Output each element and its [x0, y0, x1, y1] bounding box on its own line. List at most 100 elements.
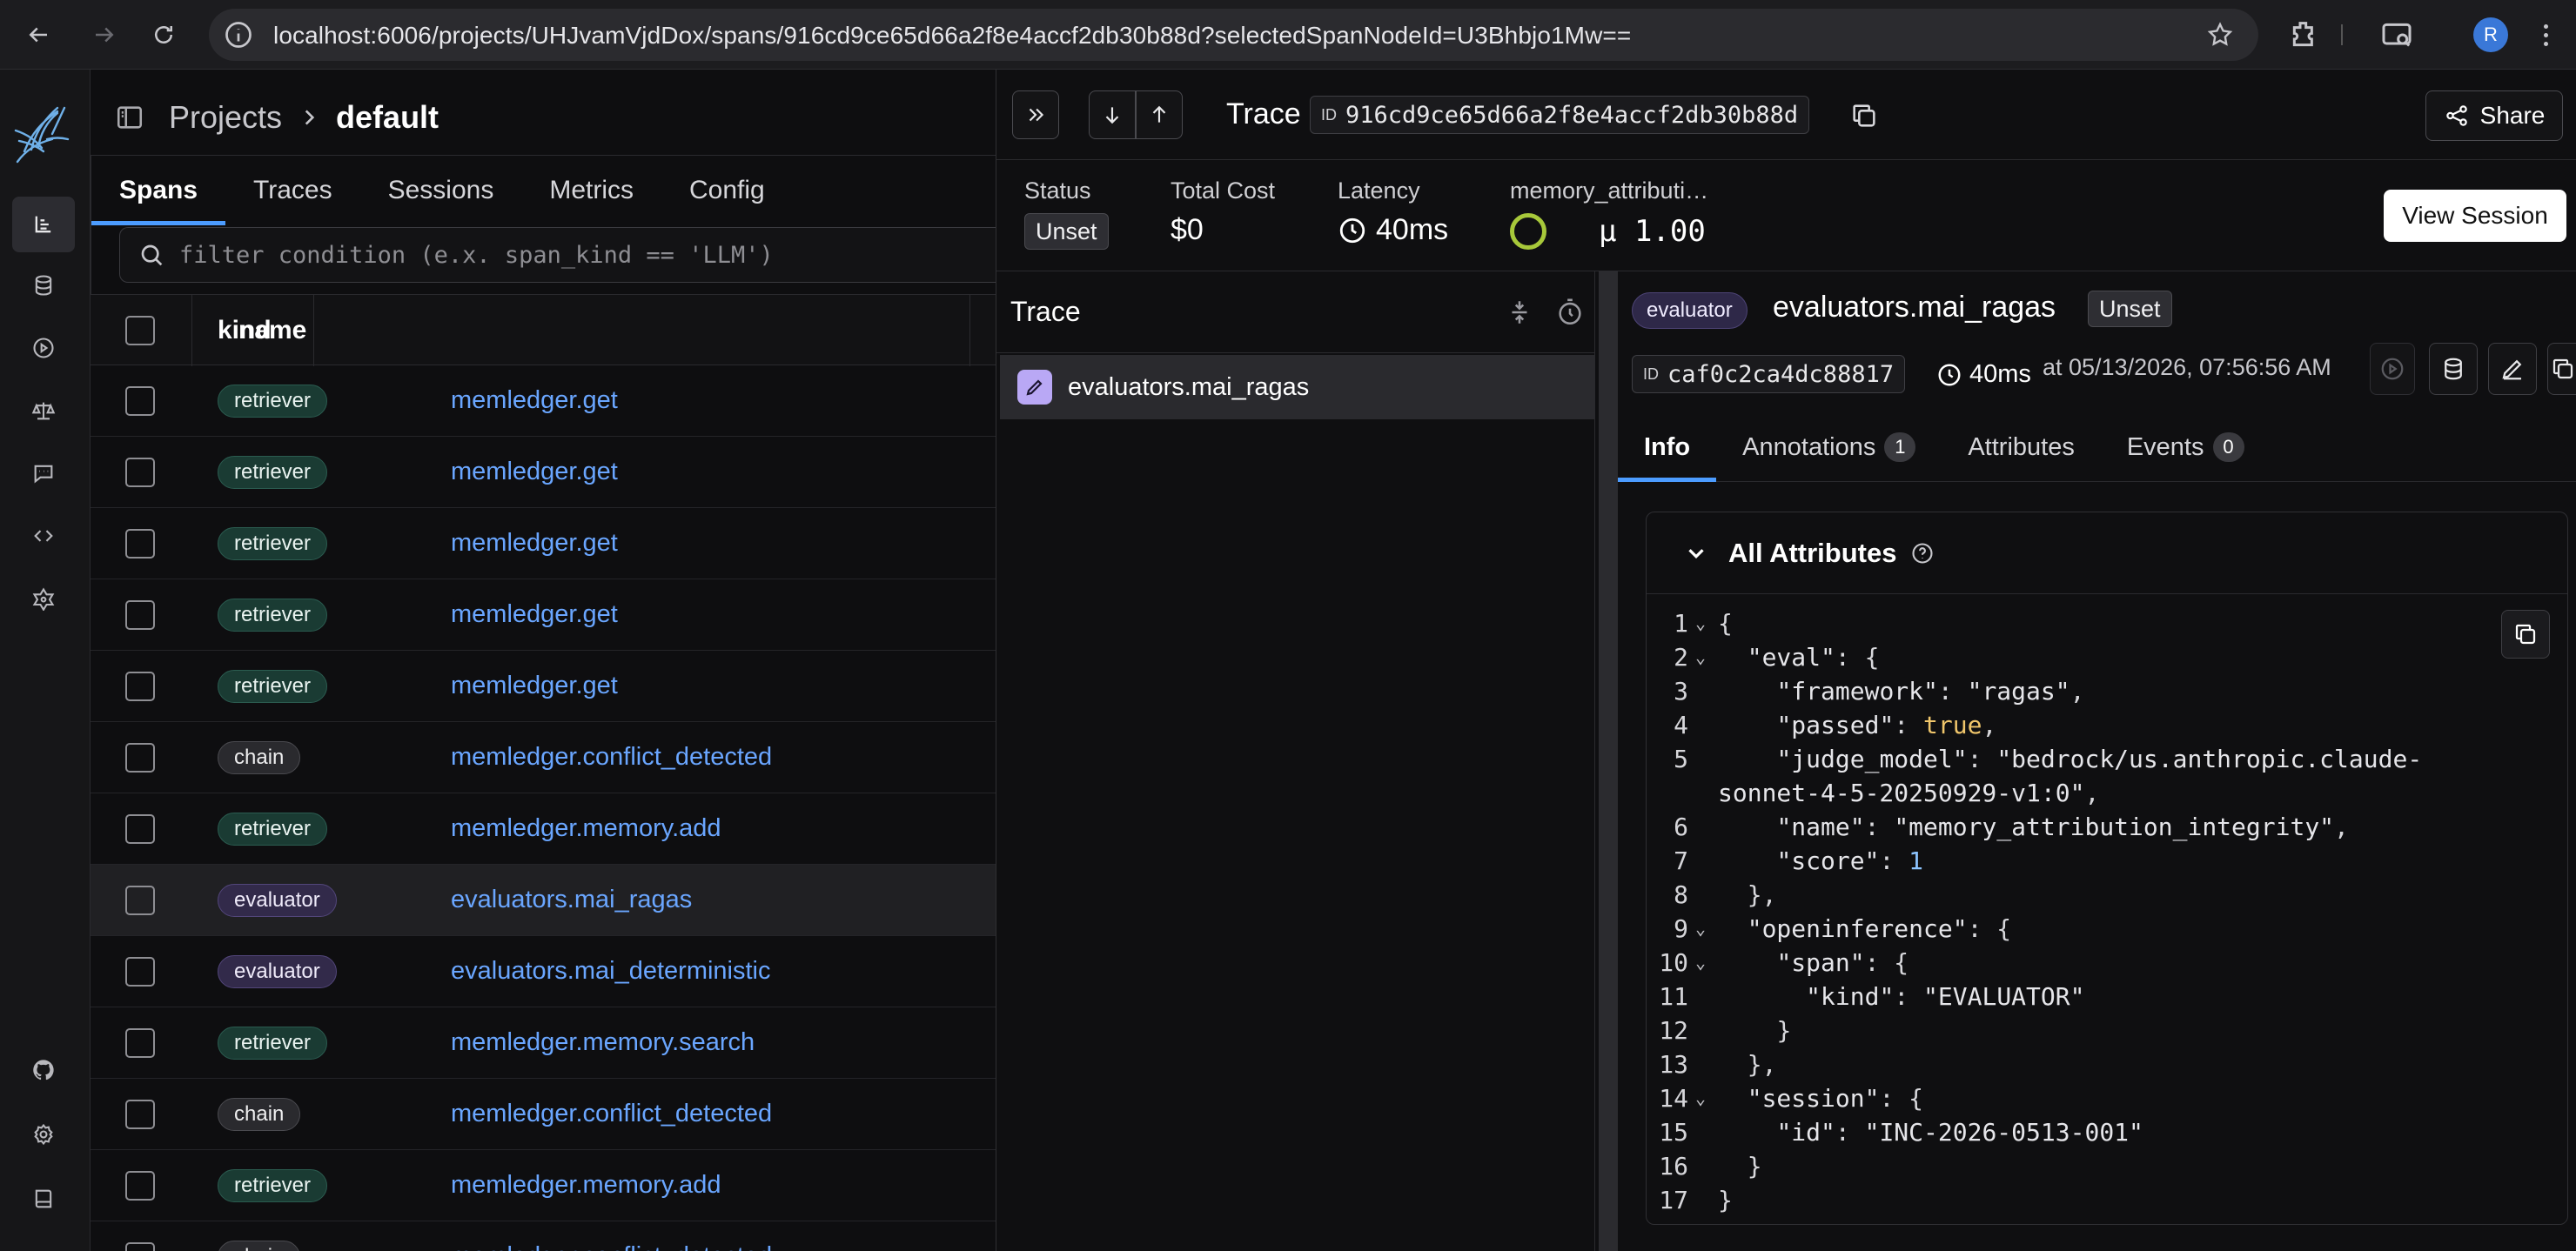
tab-attributes[interactable]: Attributes: [1942, 412, 2101, 482]
span-name-link[interactable]: memledger.get: [451, 458, 618, 486]
row-checkbox[interactable]: [125, 814, 155, 844]
table-row[interactable]: evaluator evaluators.mai_deterministic: [91, 936, 996, 1007]
copy-span-button[interactable]: [2547, 343, 2576, 395]
tab-traces[interactable]: Traces: [225, 156, 360, 225]
span-name-link[interactable]: evaluators.mai_deterministic: [451, 957, 770, 986]
table-row[interactable]: chain memledger.conflict_detected: [91, 1079, 996, 1150]
column-header-name[interactable]: name: [238, 316, 306, 345]
span-name-link[interactable]: memledger.conflict_detected: [451, 743, 772, 772]
span-name-link[interactable]: memledger.memory.add: [451, 814, 721, 843]
select-all-checkbox[interactable]: [125, 316, 155, 345]
nav-evals-scale-icon[interactable]: [24, 391, 63, 430]
nav-projects-icon[interactable]: [12, 197, 75, 252]
row-checkbox[interactable]: [125, 886, 155, 915]
table-row[interactable]: retriever memledger.memory.search: [91, 1007, 996, 1079]
span-name-link[interactable]: memledger.get: [451, 386, 618, 415]
filter-condition-input[interactable]: [179, 241, 1007, 269]
line-number: 12: [1659, 1016, 1688, 1045]
site-info-icon[interactable]: [223, 19, 254, 50]
tab-events[interactable]: Events 0: [2101, 412, 2271, 482]
extensions-icon[interactable]: [2287, 17, 2322, 52]
copy-trace-id-icon[interactable]: [1849, 101, 1879, 130]
replay-span-button[interactable]: [2370, 343, 2415, 395]
breadcrumb-projects[interactable]: Projects: [169, 99, 282, 136]
span-name-link[interactable]: memledger.conflict_detected: [451, 1100, 772, 1128]
next-trace-button[interactable]: [1089, 90, 1136, 139]
row-checkbox[interactable]: [125, 957, 155, 987]
nav-datasets-icon[interactable]: [24, 266, 63, 304]
span-name-link[interactable]: memledger.get: [451, 600, 618, 629]
table-row[interactable]: chain memledger.conflict_detected: [91, 722, 996, 793]
row-checkbox[interactable]: [125, 743, 155, 773]
table-row[interactable]: evaluator evaluators.mai_ragas: [91, 865, 996, 936]
row-checkbox[interactable]: [125, 458, 155, 487]
table-row[interactable]: chain memledger.conflict_detected: [91, 1221, 996, 1251]
tab-info[interactable]: Info: [1618, 412, 1717, 482]
table-row[interactable]: retriever memledger.get: [91, 365, 996, 437]
table-row[interactable]: retriever memledger.get: [91, 579, 996, 651]
tab-annotations[interactable]: Annotations 1: [1716, 412, 1942, 482]
docs-book-icon[interactable]: [24, 1180, 63, 1218]
add-to-dataset-button[interactable]: [2429, 343, 2478, 395]
chevron-down-icon[interactable]: [1683, 540, 1709, 566]
table-row[interactable]: retriever memledger.get: [91, 508, 996, 579]
table-row[interactable]: retriever memledger.get: [91, 437, 996, 508]
table-row[interactable]: retriever memledger.memory.add: [91, 1150, 996, 1221]
collapse-all-icon[interactable]: [1505, 298, 1534, 327]
fold-chevron-icon[interactable]: ⌄: [1695, 1081, 1713, 1115]
row-checkbox[interactable]: [125, 600, 155, 630]
attributes-json-editor[interactable]: 1 ⌄{2 ⌄ "eval": {3 "framework": "ragas", 4 …: [1647, 606, 2517, 1217]
nav-code-icon[interactable]: [24, 517, 63, 555]
span-name-link[interactable]: evaluators.mai_ragas: [451, 886, 692, 914]
nav-playground-icon[interactable]: [24, 329, 63, 367]
span-name-link[interactable]: memledger.memory.search: [451, 1028, 755, 1057]
github-icon[interactable]: [24, 1051, 63, 1089]
all-attributes-header[interactable]: All Attributes: [1647, 512, 2567, 594]
back-icon[interactable]: [19, 16, 57, 54]
url-text[interactable]: localhost:6006/projects/UHJvamVjdDox/spa…: [273, 22, 1631, 50]
span-name-link[interactable]: memledger.memory.add: [451, 1171, 721, 1200]
trace-tree-node[interactable]: evaluators.mai_ragas: [1000, 355, 1595, 419]
view-session-button[interactable]: View Session: [2384, 190, 2566, 242]
nav-apps-icon[interactable]: [24, 579, 63, 618]
panel-resize-handle[interactable]: [1599, 271, 1618, 1251]
tab-metrics[interactable]: Metrics: [521, 156, 661, 225]
tab-config[interactable]: Config: [661, 156, 793, 225]
toggle-sidebar-icon[interactable]: [115, 103, 144, 132]
help-circle-icon[interactable]: [1910, 541, 1935, 565]
span-name-link[interactable]: memledger.conflict_detected: [451, 1242, 772, 1251]
row-checkbox[interactable]: [125, 529, 155, 559]
phoenix-logo[interactable]: [12, 99, 73, 167]
span-id-badge[interactable]: ID caf0c2ca4dc88817: [1632, 355, 1906, 393]
collapse-drawer-button[interactable]: [1012, 90, 1059, 139]
settings-gear-icon[interactable]: [24, 1115, 63, 1154]
span-name-link[interactable]: memledger.get: [451, 529, 618, 558]
fold-chevron-icon[interactable]: ⌄: [1695, 946, 1713, 980]
forward-icon[interactable]: [85, 16, 124, 54]
fold-chevron-icon[interactable]: ⌄: [1695, 912, 1713, 946]
tab-spans[interactable]: Spans: [91, 156, 226, 225]
share-button[interactable]: Share: [2425, 90, 2563, 141]
row-checkbox[interactable]: [125, 1171, 155, 1201]
span-name-link[interactable]: memledger.get: [451, 672, 618, 700]
table-row[interactable]: retriever memledger.get: [91, 651, 996, 722]
previous-trace-button[interactable]: [1136, 90, 1183, 139]
fold-chevron-icon[interactable]: ⌄: [1695, 640, 1713, 674]
browser-menu-icon[interactable]: [2537, 17, 2554, 52]
row-checkbox[interactable]: [125, 1242, 155, 1251]
nav-prompts-icon[interactable]: [24, 454, 63, 492]
tab-sessions[interactable]: Sessions: [360, 156, 522, 225]
address-bar[interactable]: localhost:6006/projects/UHJvamVjdDox/spa…: [209, 9, 2258, 61]
bookmark-star-icon[interactable]: [2206, 21, 2234, 49]
timer-icon[interactable]: [1555, 298, 1585, 327]
table-row[interactable]: retriever memledger.memory.add: [91, 793, 996, 865]
cast-search-icon[interactable]: [2379, 17, 2414, 52]
reload-icon[interactable]: [144, 16, 183, 54]
fold-chevron-icon[interactable]: ⌄: [1695, 606, 1713, 640]
row-checkbox[interactable]: [125, 1028, 155, 1058]
row-checkbox[interactable]: [125, 1100, 155, 1129]
profile-avatar[interactable]: R: [2473, 17, 2508, 52]
annotate-button[interactable]: [2488, 343, 2537, 395]
row-checkbox[interactable]: [125, 386, 155, 416]
row-checkbox[interactable]: [125, 672, 155, 701]
